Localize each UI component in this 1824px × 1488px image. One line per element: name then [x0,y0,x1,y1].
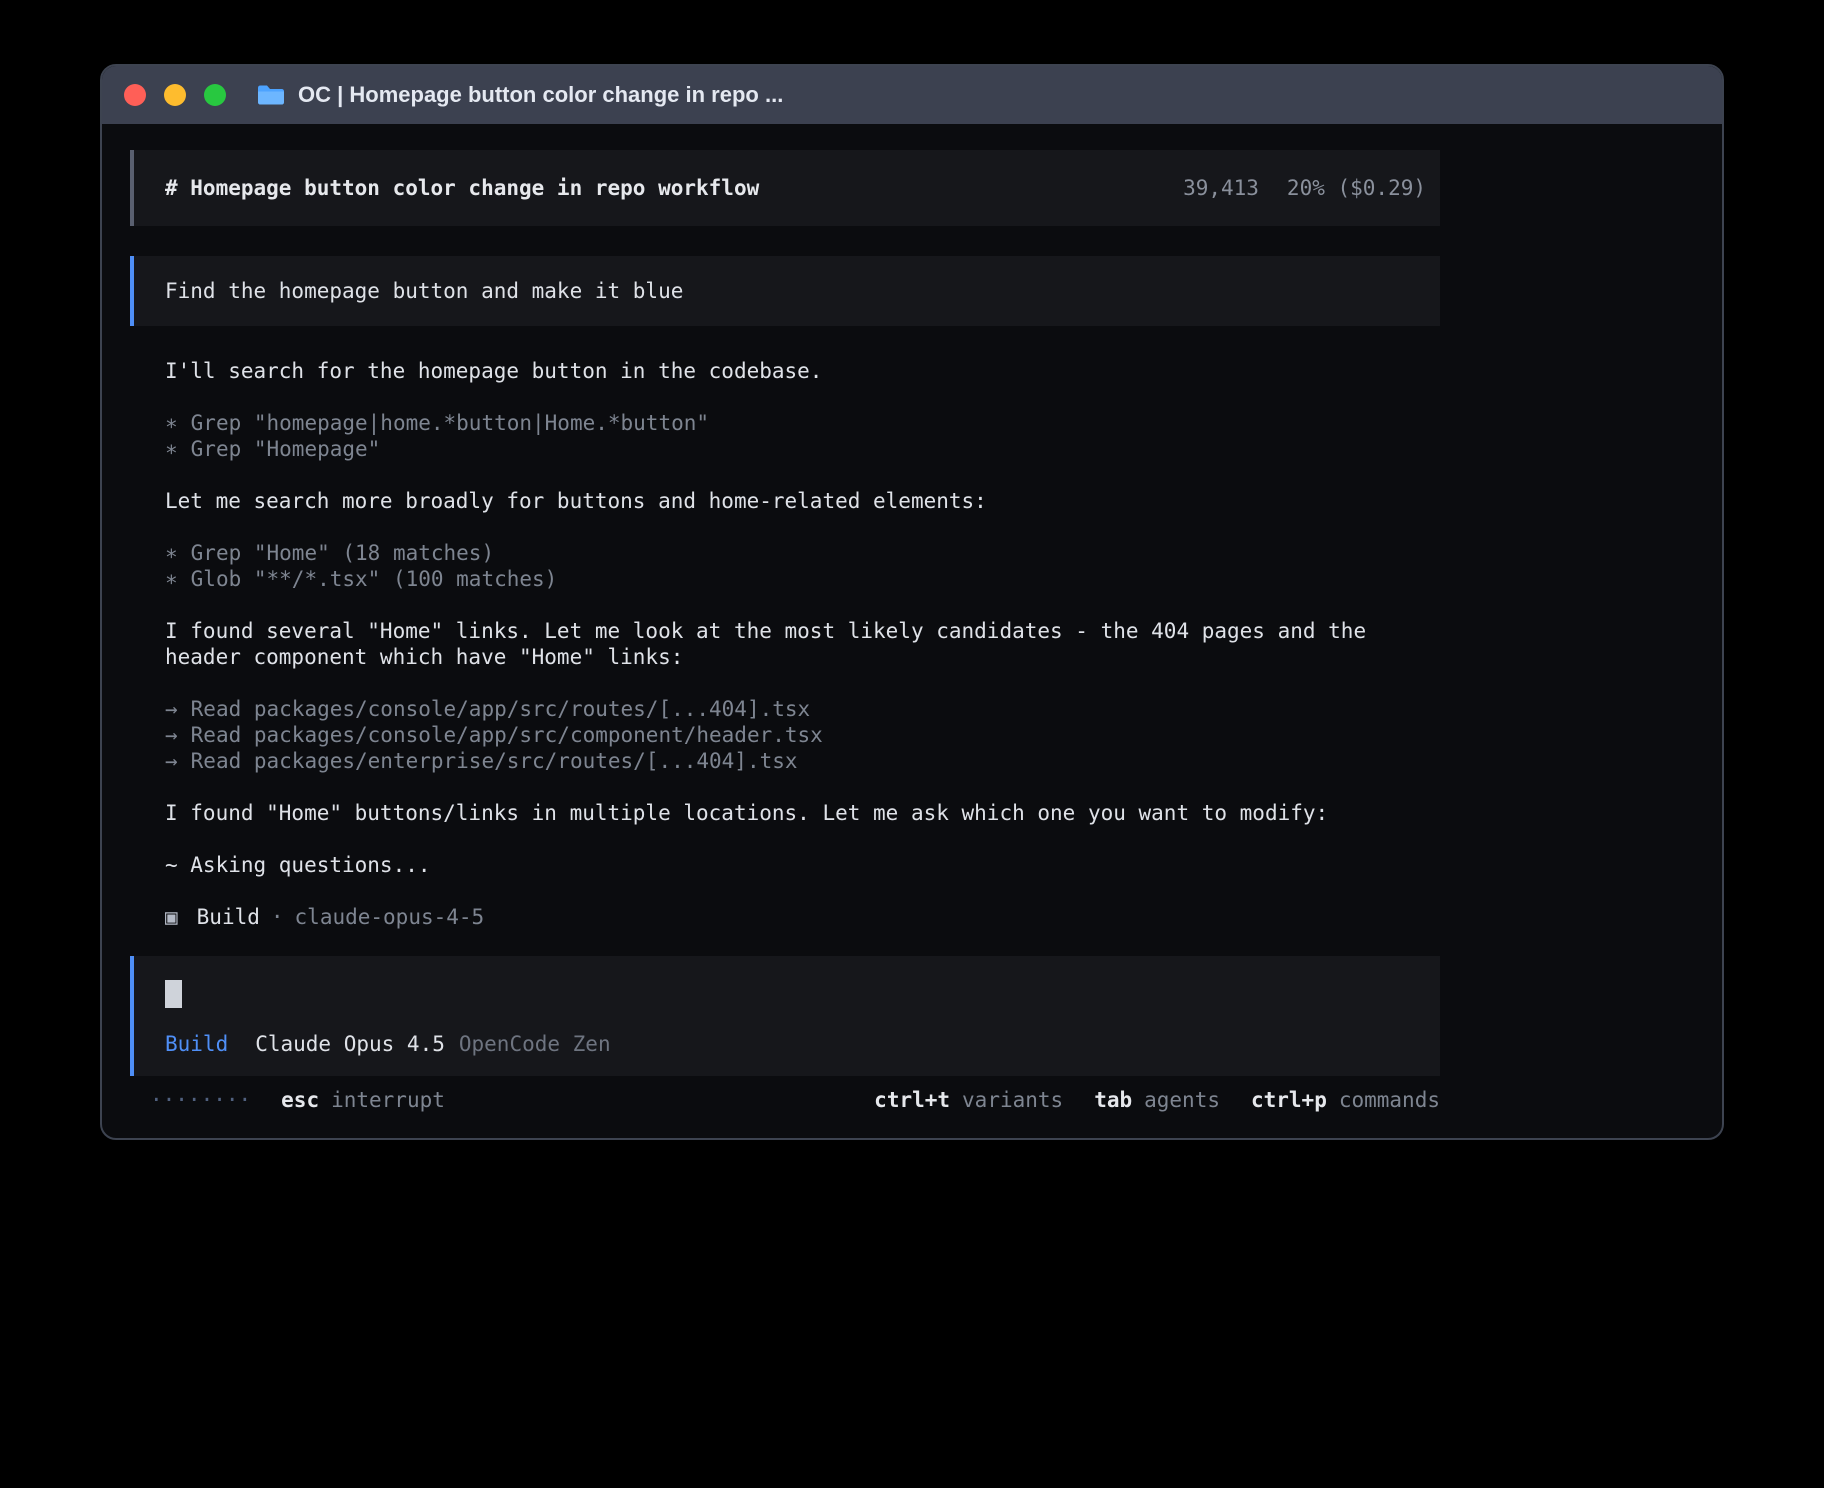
shortcut-label: variants [962,1088,1063,1112]
folder-icon [256,83,286,107]
shortcut-key: ctrl+p [1251,1088,1327,1112]
shortcut-commands: ctrl+p commands [1251,1088,1440,1112]
tool-call-text: Grep "Homepage" [191,437,381,461]
shortcut-agents: tab agents [1094,1088,1220,1112]
assistant-text: I found "Home" buttons/links in multiple… [165,800,1429,826]
active-model-label[interactable]: Claude Opus 4.5 [255,1032,445,1056]
minimize-button[interactable] [164,84,186,106]
arrow-right-icon: → [165,749,178,773]
input-meta: Build Claude Opus 4.5 OpenCode Zen [165,1032,1420,1056]
status-text-asking: ~ Asking questions... [165,852,1429,878]
assistant-text: Let me search more broadly for buttons a… [165,488,1429,514]
tool-call: ∗ Glob "**/*.tsx" (100 matches) [165,566,1429,592]
tool-call-text: Read packages/console/app/src/component/… [191,723,823,747]
provider-label: OpenCode Zen [459,1032,611,1056]
shortcut-label: commands [1339,1088,1440,1112]
context-cost: 20% ($0.29) [1287,176,1426,200]
user-message-text: Find the homepage button and make it blu… [165,279,683,303]
agent-square-icon: ▣ [165,904,178,930]
window-title: OC | Homepage button color change in rep… [298,82,783,108]
tool-asterisk-icon: ∗ [165,567,178,591]
separator-dot: · [271,904,284,930]
tool-asterisk-icon: ∗ [165,411,178,435]
tool-call: ∗ Grep "Home" (18 matches) [165,540,1429,566]
tool-call-group: → Read packages/console/app/src/routes/[.… [165,696,1429,774]
text-cursor [165,980,182,1008]
tool-call-text: Grep "Home" (18 matches) [191,541,494,565]
close-button[interactable] [124,84,146,106]
esc-key-label: interrupt [331,1088,445,1112]
conversation-log: I'll search for the homepage button in t… [165,358,1429,930]
titlebar-title-group: OC | Homepage button color change in rep… [256,82,783,108]
read-tool-call: → Read packages/enterprise/src/routes/[..… [165,748,1429,774]
prompt-input[interactable]: Build Claude Opus 4.5 OpenCode Zen [130,956,1440,1076]
session-title: # Homepage button color change in repo w… [165,176,759,200]
terminal-content: # Homepage button color change in repo w… [102,124,1722,1112]
arrow-right-icon: → [165,723,178,747]
shortcut-key: ctrl+t [874,1088,950,1112]
token-count: 39,413 [1183,176,1259,200]
traffic-lights [124,84,226,106]
tool-call-text: Glob "**/*.tsx" (100 matches) [191,567,558,591]
status-right: ctrl+t variants tab agents ctrl+p commands [843,1088,1440,1112]
read-tool-call: → Read packages/console/app/src/routes/[.… [165,696,1429,722]
arrow-right-icon: → [165,697,178,721]
assistant-text: I found several "Home" links. Let me loo… [165,618,1429,670]
shortcut-variants: ctrl+t variants [874,1088,1063,1112]
tool-call-text: Read packages/enterprise/src/routes/[...… [191,749,798,773]
agent-badge: ▣ Build · claude-opus-4-5 [165,904,1429,930]
tool-call: ∗ Grep "homepage|home.*button|Home.*butto… [165,410,1429,436]
status-bar: ········ esc interrupt ctrl+t variants ta… [130,1088,1440,1112]
tool-call-group: ∗ Grep "homepage|home.*button|Home.*butto… [165,410,1429,462]
agent-name: Build [197,904,260,930]
read-tool-call: → Read packages/console/app/src/component… [165,722,1429,748]
terminal-window: OC | Homepage button color change in rep… [100,64,1724,1140]
tool-call-text: Grep "homepage|home.*button|Home.*button… [191,411,709,435]
user-message: Find the homepage button and make it blu… [130,256,1440,326]
zoom-button[interactable] [204,84,226,106]
status-left: ········ esc interrupt [130,1088,445,1112]
window-titlebar[interactable]: OC | Homepage button color change in rep… [102,66,1722,124]
esc-key-hint: esc [281,1088,319,1112]
tool-asterisk-icon: ∗ [165,437,178,461]
assistant-text: I'll search for the homepage button in t… [165,358,1429,384]
tool-call: ∗ Grep "Homepage" [165,436,1429,462]
tool-call-text: Read packages/console/app/src/routes/[..… [191,697,811,721]
tool-asterisk-icon: ∗ [165,541,178,565]
active-agent-label[interactable]: Build [165,1032,228,1056]
tool-call-group: ∗ Grep "Home" (18 matches) ∗ Glob "**/*.ts… [165,540,1429,592]
shortcut-key: tab [1094,1088,1132,1112]
shortcut-label: agents [1144,1088,1220,1112]
agent-model: claude-opus-4-5 [295,904,485,930]
session-header: # Homepage button color change in repo w… [130,150,1440,226]
session-stats: 39,413 20% ($0.29) [1183,176,1426,200]
spinner-icon: ········ [150,1088,251,1112]
